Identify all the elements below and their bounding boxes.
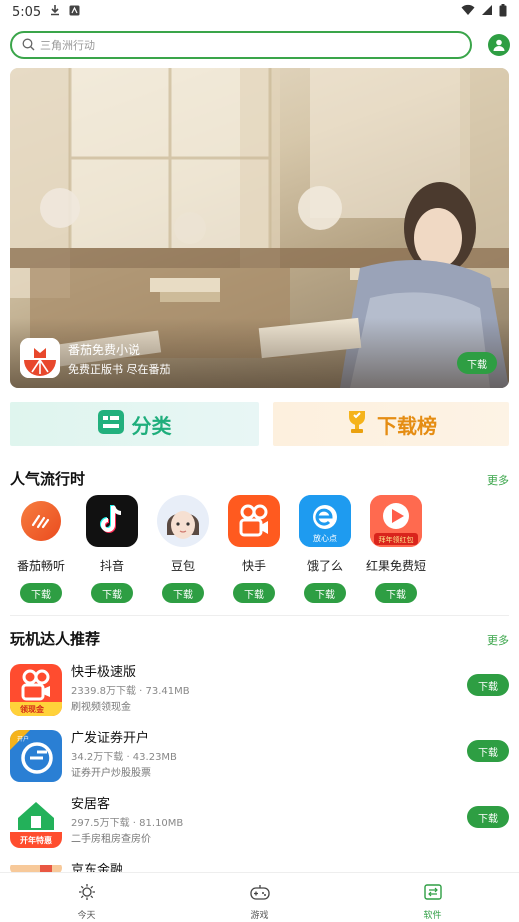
user-avatar-icon[interactable] xyxy=(488,34,510,56)
gf-securities-app-icon: 开户 xyxy=(10,730,62,782)
list-item-meta: 297.5万下载 · 81.10MB xyxy=(71,818,184,829)
list-item-desc: 刷视频领现金 xyxy=(71,702,131,713)
status-bar: 5:05 xyxy=(0,0,519,24)
app-notification-icon xyxy=(69,5,80,20)
popular-more-link[interactable]: 更多 xyxy=(487,472,509,488)
recommend-more-link[interactable]: 更多 xyxy=(487,632,509,648)
list-item-name: 广发证券开户 xyxy=(71,731,150,746)
download-button[interactable]: 下载 xyxy=(467,740,509,762)
download-ranking-label: 下载榜 xyxy=(377,413,437,438)
popular-item-name: 红果免费短 xyxy=(366,559,427,573)
list-item-desc: 证券开户炒股股票 xyxy=(71,768,151,779)
tab-label: 软件 xyxy=(423,911,442,921)
tab-games[interactable]: 游戏 xyxy=(173,873,346,922)
tab-label: 游戏 xyxy=(250,911,269,921)
kuaishou-app-icon xyxy=(228,495,280,547)
list-item-meta: 34.2万下载 · 43.23MB xyxy=(71,752,177,763)
software-icon xyxy=(423,883,442,905)
list-item-name: 快手极速版 xyxy=(71,665,137,680)
svg-text:拜年领红包: 拜年领红包 xyxy=(379,535,414,544)
search-placeholder: 三角洲行动 xyxy=(40,39,95,52)
category-button[interactable]: 分类 xyxy=(10,402,259,446)
popular-item-name: 抖音 xyxy=(99,559,124,573)
trophy-icon xyxy=(345,409,369,439)
category-icon xyxy=(97,410,124,438)
popular-download-button[interactable]: 下载 xyxy=(91,583,133,603)
bottom-nav: 今天 游戏 软件 xyxy=(0,872,519,922)
tab-software[interactable]: 软件 xyxy=(346,873,519,922)
popular-download-button[interactable]: 下载 xyxy=(233,583,275,603)
popular-item[interactable]: 豆包 下载 xyxy=(153,495,213,603)
battery-icon xyxy=(499,3,507,21)
svg-text:领现金: 领现金 xyxy=(20,704,45,714)
section-divider xyxy=(10,615,509,616)
tab-today[interactable]: 今天 xyxy=(0,873,173,922)
banner-app-name: 番茄免费小说 xyxy=(68,343,141,357)
signal-icon xyxy=(481,4,493,20)
svg-text:开年特惠: 开年特惠 xyxy=(20,835,52,845)
tab-label: 今天 xyxy=(77,911,96,921)
banner-download-button[interactable]: 下载 xyxy=(457,352,497,374)
popular-item-name: 快手 xyxy=(241,559,266,573)
popular-item-name: 番茄畅听 xyxy=(16,559,65,573)
popular-download-button[interactable]: 下载 xyxy=(162,583,204,603)
popular-item[interactable]: 番茄畅听 下载 xyxy=(11,495,71,603)
kuaishou-lite-app-icon: 领现金 xyxy=(10,664,62,716)
svg-text:放心点: 放心点 xyxy=(313,533,337,543)
popular-section-title: 人气流行时 xyxy=(10,470,86,488)
status-time: 5:05 xyxy=(12,4,42,20)
popular-item[interactable]: 快手 下载 xyxy=(224,495,284,603)
category-label: 分类 xyxy=(131,413,172,438)
wifi-icon xyxy=(461,4,475,20)
popular-download-button[interactable]: 下载 xyxy=(20,583,62,603)
douyin-app-icon xyxy=(86,495,138,547)
list-item[interactable]: 京东金融 xyxy=(10,862,509,878)
fanqie-listen-app-icon xyxy=(15,495,67,547)
eleme-app-icon: 放心点 xyxy=(299,495,351,547)
popular-download-button[interactable]: 下载 xyxy=(375,583,417,603)
popular-item[interactable]: 放心点 饿了么 下载 xyxy=(295,495,355,603)
recommend-section-title: 玩机达人推荐 xyxy=(10,630,101,648)
popular-item-name: 饿了么 xyxy=(306,559,343,573)
list-item-desc: 二手房租房查房价 xyxy=(71,834,151,845)
list-item[interactable]: 领现金 快手极速版 2339.8万下载 · 73.41MB 刷视频领现金 下载 xyxy=(10,664,509,720)
banner-tagline: 免费正版书 尽在番茄 xyxy=(68,363,171,376)
doubao-app-icon xyxy=(157,495,209,547)
sun-icon xyxy=(78,883,96,905)
featured-banner[interactable]: 番茄免费小说 免费正版书 尽在番茄 下载 xyxy=(10,68,509,388)
popular-item[interactable]: 抖音 下载 xyxy=(82,495,142,603)
popular-download-button[interactable]: 下载 xyxy=(304,583,346,603)
search-row: 三角洲行动 xyxy=(10,31,510,59)
download-button[interactable]: 下载 xyxy=(467,674,509,696)
anjuke-app-icon: 开年特惠 xyxy=(10,796,62,848)
gamepad-icon xyxy=(249,883,270,905)
search-icon xyxy=(22,36,35,55)
download-button[interactable]: 下载 xyxy=(467,806,509,828)
list-item[interactable]: 开年特惠 安居客 297.5万下载 · 81.10MB 二手房租房查房价 下载 xyxy=(10,796,509,852)
download-ranking-button[interactable]: 下载榜 xyxy=(273,402,509,446)
svg-text:开户: 开户 xyxy=(17,735,29,743)
list-item[interactable]: 开户 广发证券开户 34.2万下载 · 43.23MB 证券开户炒股股票 下载 xyxy=(10,730,509,786)
popular-item-name: 豆包 xyxy=(170,559,195,573)
popular-item[interactable]: 拜年领红包 红果免费短 下载 xyxy=(366,495,426,603)
fanqie-novel-app-icon xyxy=(20,338,60,378)
download-notification-icon xyxy=(49,4,61,20)
search-input[interactable]: 三角洲行动 xyxy=(10,31,472,59)
list-item-name: 安居客 xyxy=(71,797,111,812)
list-item-meta: 2339.8万下载 · 73.41MB xyxy=(71,686,190,697)
hongguo-app-icon: 拜年领红包 xyxy=(370,495,422,547)
